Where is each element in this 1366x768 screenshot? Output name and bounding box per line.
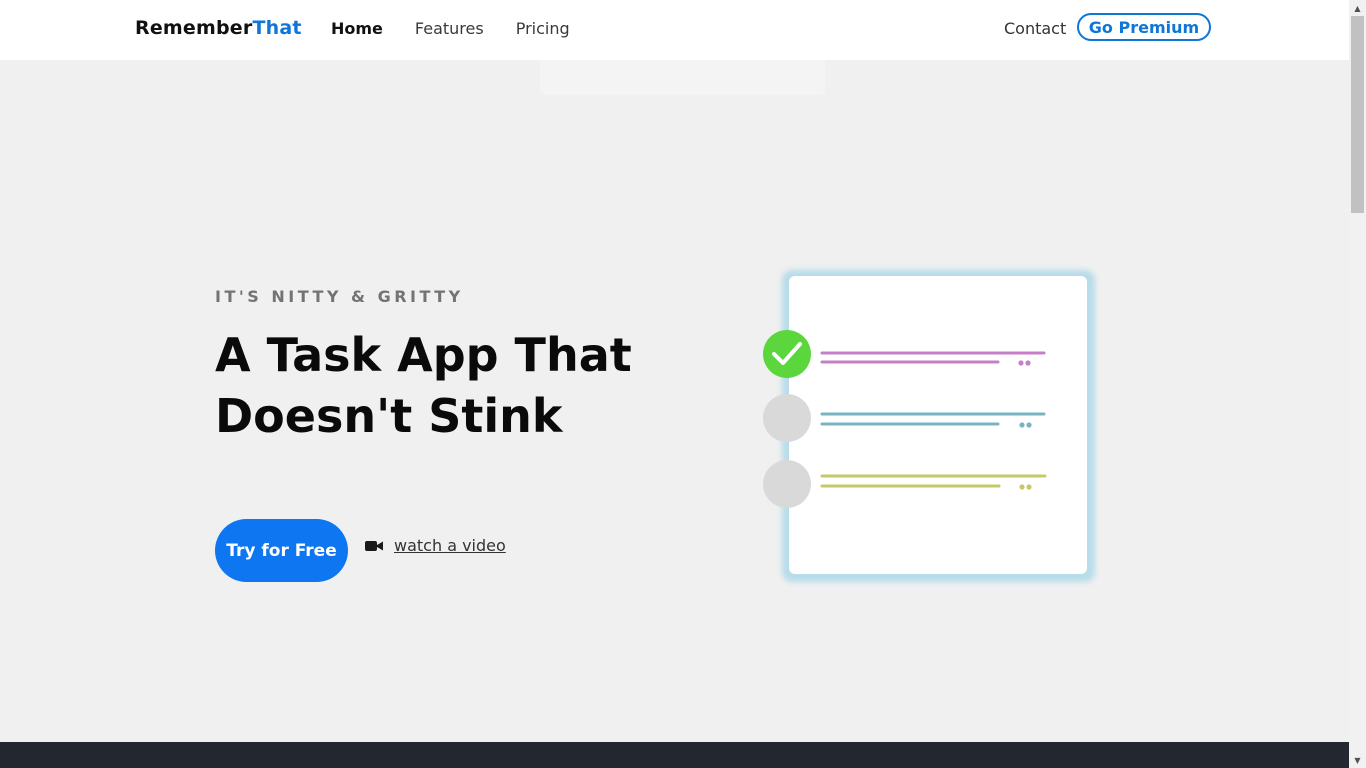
- task-todo-checkbox: [763, 460, 811, 508]
- task-dot: [1026, 484, 1032, 490]
- hero-headline-line2: Doesn't Stink: [215, 389, 563, 443]
- main-nav: Home Features Pricing: [331, 19, 570, 38]
- nav-link-pricing[interactable]: Pricing: [516, 19, 570, 38]
- scroll-up-arrow-icon[interactable]: ▲: [1349, 0, 1366, 16]
- brand-logo-part1: Remember: [135, 17, 253, 39]
- task-dot: [1019, 422, 1025, 428]
- task-dot: [1026, 422, 1032, 428]
- video-camera-icon: [365, 540, 383, 551]
- task-done-checkbox: [763, 330, 811, 378]
- nav-link-contact[interactable]: Contact: [1004, 19, 1066, 38]
- hero-headline-line1: A Task App That: [215, 328, 632, 382]
- footer-section: [0, 742, 1349, 768]
- hero-eyebrow: IT'S NITTY & GRITTY: [215, 287, 464, 306]
- vertical-scrollbar[interactable]: ▲ ▼: [1349, 0, 1366, 768]
- task-dot: [1019, 484, 1025, 490]
- nav-link-features[interactable]: Features: [415, 19, 484, 38]
- go-premium-button[interactable]: Go Premium: [1077, 13, 1211, 41]
- task-dot: [1018, 360, 1024, 366]
- task-list-illustration: [763, 270, 1095, 582]
- brand-logo-part2: That: [252, 17, 302, 39]
- scrollbar-thumb[interactable]: [1351, 16, 1364, 213]
- watch-video-link[interactable]: watch a video: [365, 536, 506, 555]
- nav-link-home[interactable]: Home: [331, 19, 383, 38]
- try-for-free-button[interactable]: Try for Free: [215, 519, 348, 582]
- task-dot: [1025, 360, 1031, 366]
- brand-logo[interactable]: RememberThat: [135, 17, 302, 39]
- hero-headline: A Task App That Doesn't Stink: [215, 325, 735, 447]
- faint-overlay-panel: [540, 40, 825, 95]
- watch-video-label: watch a video: [394, 536, 506, 555]
- task-todo-checkbox: [763, 394, 811, 442]
- scroll-down-arrow-icon[interactable]: ▼: [1349, 752, 1366, 768]
